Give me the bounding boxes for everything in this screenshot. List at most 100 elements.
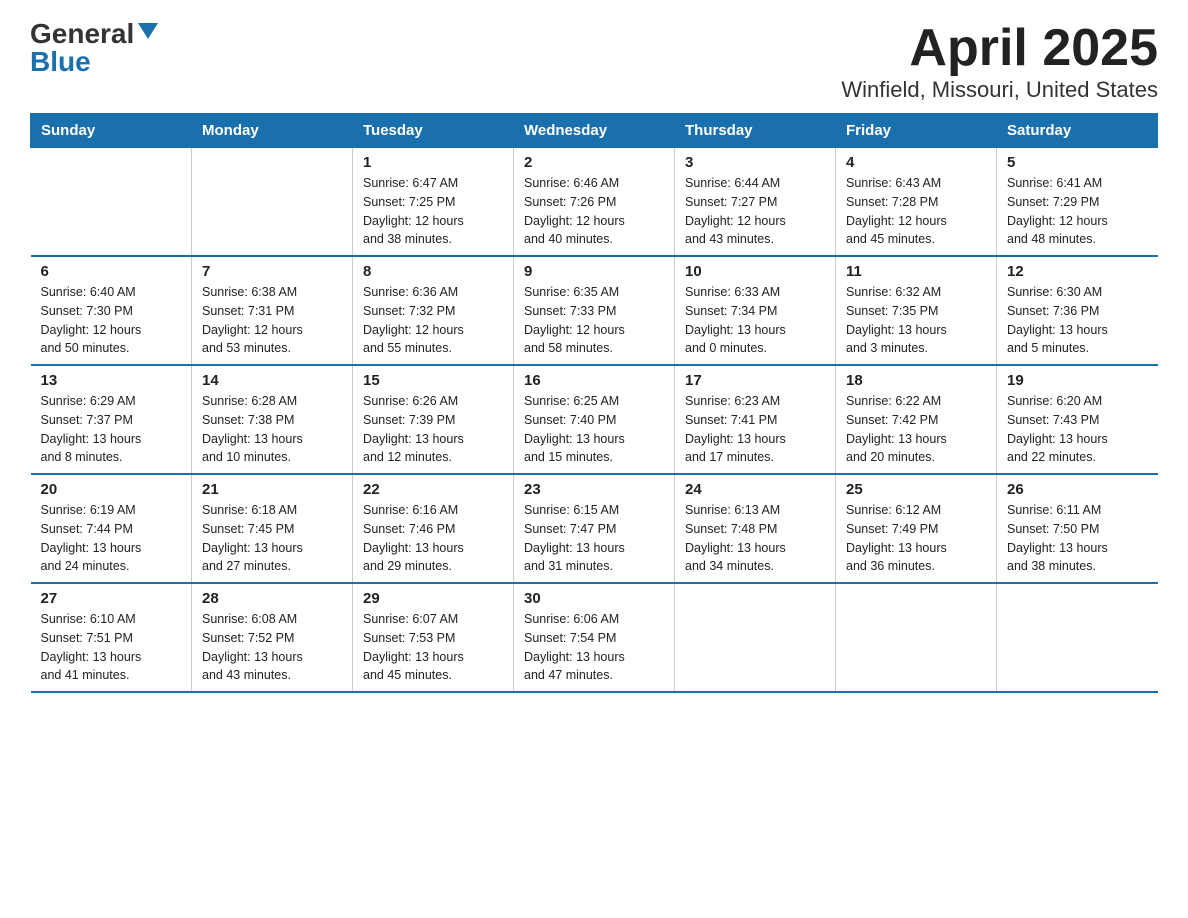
- day-number: 26: [1007, 481, 1148, 498]
- logo-triangle-icon: [138, 23, 158, 39]
- day-info: Sunrise: 6:12 AM Sunset: 7:49 PM Dayligh…: [846, 501, 986, 576]
- day-number: 20: [41, 481, 182, 498]
- calendar-cell: 30Sunrise: 6:06 AM Sunset: 7:54 PM Dayli…: [514, 583, 675, 692]
- logo: General Blue: [30, 20, 158, 76]
- calendar-cell: 1 Sunrise: 6:47 AM Sunset: 7:25 PM Daylig…: [353, 148, 514, 257]
- week-row-1: 1 Sunrise: 6:47 AM Sunset: 7:25 PM Daylig…: [31, 148, 1158, 257]
- day-number: 19: [1007, 372, 1148, 389]
- calendar-cell: 28 Sunrise: 6:08 AM Sunset: 7:52 PM Dayli…: [192, 583, 353, 692]
- day-info: Sunrise: 6:08 AM Sunset: 7:52 PM Dayligh…: [202, 610, 342, 685]
- day-number: 12: [1007, 263, 1148, 280]
- calendar-cell: 12 Sunrise: 6:30 AM Sunset: 7:36 PM Dayli…: [997, 256, 1158, 365]
- day-info: Sunrise: 6:29 AM Sunset: 7:37 PM Dayligh…: [41, 392, 182, 467]
- calendar-cell: 6 Sunrise: 6:40 AM Sunset: 7:30 PM Daylig…: [31, 256, 192, 365]
- day-info: Sunrise: 6:23 AM Sunset: 7:41 PM Dayligh…: [685, 392, 825, 467]
- header-cell-wednesday: Wednesday: [514, 114, 675, 148]
- calendar-cell: [192, 148, 353, 257]
- calendar-cell: 5 Sunrise: 6:41 AM Sunset: 7:29 PM Daylig…: [997, 148, 1158, 257]
- day-number: 13: [41, 372, 182, 389]
- calendar-cell: 25 Sunrise: 6:12 AM Sunset: 7:49 PM Dayli…: [836, 474, 997, 583]
- page-title: April 2025: [841, 20, 1158, 77]
- header-cell-tuesday: Tuesday: [353, 114, 514, 148]
- day-number: 10: [685, 263, 825, 280]
- calendar-cell: 27 Sunrise: 6:10 AM Sunset: 7:51 PM Dayli…: [31, 583, 192, 692]
- day-number: 5: [1007, 154, 1148, 171]
- calendar-cell: 20 Sunrise: 6:19 AM Sunset: 7:44 PM Dayli…: [31, 474, 192, 583]
- day-number: 17: [685, 372, 825, 389]
- calendar-cell: 29 Sunrise: 6:07 AM Sunset: 7:53 PM Dayli…: [353, 583, 514, 692]
- week-row-4: 20 Sunrise: 6:19 AM Sunset: 7:44 PM Dayli…: [31, 474, 1158, 583]
- calendar-cell: 9Sunrise: 6:35 AM Sunset: 7:33 PM Daylig…: [514, 256, 675, 365]
- calendar-cell: 14 Sunrise: 6:28 AM Sunset: 7:38 PM Dayli…: [192, 365, 353, 474]
- day-number: 30: [524, 590, 664, 607]
- day-number: 8: [363, 263, 503, 280]
- calendar-cell: [31, 148, 192, 257]
- day-number: 22: [363, 481, 503, 498]
- day-number: 7: [202, 263, 342, 280]
- header-row: SundayMondayTuesdayWednesdayThursdayFrid…: [31, 114, 1158, 148]
- calendar-cell: 3Sunrise: 6:44 AM Sunset: 7:27 PM Daylig…: [675, 148, 836, 257]
- day-info: Sunrise: 6:30 AM Sunset: 7:36 PM Dayligh…: [1007, 283, 1148, 358]
- calendar-cell: 16 Sunrise: 6:25 AM Sunset: 7:40 PM Dayli…: [514, 365, 675, 474]
- day-info: Sunrise: 6:46 AM Sunset: 7:26 PM Dayligh…: [524, 174, 664, 249]
- day-info: Sunrise: 6:25 AM Sunset: 7:40 PM Dayligh…: [524, 392, 664, 467]
- header-cell-thursday: Thursday: [675, 114, 836, 148]
- calendar-table: SundayMondayTuesdayWednesdayThursdayFrid…: [30, 113, 1158, 693]
- day-info: Sunrise: 6:32 AM Sunset: 7:35 PM Dayligh…: [846, 283, 986, 358]
- calendar-cell: 8 Sunrise: 6:36 AM Sunset: 7:32 PM Daylig…: [353, 256, 514, 365]
- calendar-cell: 4Sunrise: 6:43 AM Sunset: 7:28 PM Daylig…: [836, 148, 997, 257]
- week-row-3: 13 Sunrise: 6:29 AM Sunset: 7:37 PM Dayli…: [31, 365, 1158, 474]
- calendar-cell: [675, 583, 836, 692]
- calendar-cell: 24 Sunrise: 6:13 AM Sunset: 7:48 PM Dayli…: [675, 474, 836, 583]
- calendar-cell: 18 Sunrise: 6:22 AM Sunset: 7:42 PM Dayli…: [836, 365, 997, 474]
- day-number: 27: [41, 590, 182, 607]
- day-info: Sunrise: 6:47 AM Sunset: 7:25 PM Dayligh…: [363, 174, 503, 249]
- calendar-cell: 23 Sunrise: 6:15 AM Sunset: 7:47 PM Dayli…: [514, 474, 675, 583]
- day-info: Sunrise: 6:13 AM Sunset: 7:48 PM Dayligh…: [685, 501, 825, 576]
- calendar-cell: 13 Sunrise: 6:29 AM Sunset: 7:37 PM Dayli…: [31, 365, 192, 474]
- day-number: 1: [363, 154, 503, 171]
- day-number: 29: [363, 590, 503, 607]
- calendar-cell: 22Sunrise: 6:16 AM Sunset: 7:46 PM Dayli…: [353, 474, 514, 583]
- calendar-cell: [997, 583, 1158, 692]
- calendar-cell: [836, 583, 997, 692]
- day-number: 21: [202, 481, 342, 498]
- title-block: April 2025 Winfield, Missouri, United St…: [841, 20, 1158, 103]
- day-number: 2: [524, 154, 664, 171]
- week-row-2: 6 Sunrise: 6:40 AM Sunset: 7:30 PM Daylig…: [31, 256, 1158, 365]
- header-cell-sunday: Sunday: [31, 114, 192, 148]
- day-info: Sunrise: 6:20 AM Sunset: 7:43 PM Dayligh…: [1007, 392, 1148, 467]
- day-info: Sunrise: 6:22 AM Sunset: 7:42 PM Dayligh…: [846, 392, 986, 467]
- calendar-cell: 26 Sunrise: 6:11 AM Sunset: 7:50 PM Dayli…: [997, 474, 1158, 583]
- day-number: 28: [202, 590, 342, 607]
- day-info: Sunrise: 6:41 AM Sunset: 7:29 PM Dayligh…: [1007, 174, 1148, 249]
- calendar-header: SundayMondayTuesdayWednesdayThursdayFrid…: [31, 114, 1158, 148]
- day-info: Sunrise: 6:35 AM Sunset: 7:33 PM Dayligh…: [524, 283, 664, 358]
- page-subtitle: Winfield, Missouri, United States: [841, 77, 1158, 103]
- day-info: Sunrise: 6:15 AM Sunset: 7:47 PM Dayligh…: [524, 501, 664, 576]
- day-info: Sunrise: 6:11 AM Sunset: 7:50 PM Dayligh…: [1007, 501, 1148, 576]
- day-info: Sunrise: 6:07 AM Sunset: 7:53 PM Dayligh…: [363, 610, 503, 685]
- day-info: Sunrise: 6:44 AM Sunset: 7:27 PM Dayligh…: [685, 174, 825, 249]
- day-number: 23: [524, 481, 664, 498]
- header-cell-saturday: Saturday: [997, 114, 1158, 148]
- header-cell-friday: Friday: [836, 114, 997, 148]
- day-info: Sunrise: 6:36 AM Sunset: 7:32 PM Dayligh…: [363, 283, 503, 358]
- calendar-cell: 11 Sunrise: 6:32 AM Sunset: 7:35 PM Dayli…: [836, 256, 997, 365]
- day-number: 11: [846, 263, 986, 280]
- day-number: 18: [846, 372, 986, 389]
- day-number: 25: [846, 481, 986, 498]
- day-info: Sunrise: 6:40 AM Sunset: 7:30 PM Dayligh…: [41, 283, 182, 358]
- day-number: 24: [685, 481, 825, 498]
- day-number: 6: [41, 263, 182, 280]
- day-info: Sunrise: 6:10 AM Sunset: 7:51 PM Dayligh…: [41, 610, 182, 685]
- page-header: General Blue April 2025 Winfield, Missou…: [30, 20, 1158, 103]
- logo-general: General: [30, 20, 134, 48]
- header-cell-monday: Monday: [192, 114, 353, 148]
- calendar-cell: 15Sunrise: 6:26 AM Sunset: 7:39 PM Dayli…: [353, 365, 514, 474]
- day-info: Sunrise: 6:28 AM Sunset: 7:38 PM Dayligh…: [202, 392, 342, 467]
- day-number: 16: [524, 372, 664, 389]
- day-number: 14: [202, 372, 342, 389]
- day-info: Sunrise: 6:19 AM Sunset: 7:44 PM Dayligh…: [41, 501, 182, 576]
- day-info: Sunrise: 6:18 AM Sunset: 7:45 PM Dayligh…: [202, 501, 342, 576]
